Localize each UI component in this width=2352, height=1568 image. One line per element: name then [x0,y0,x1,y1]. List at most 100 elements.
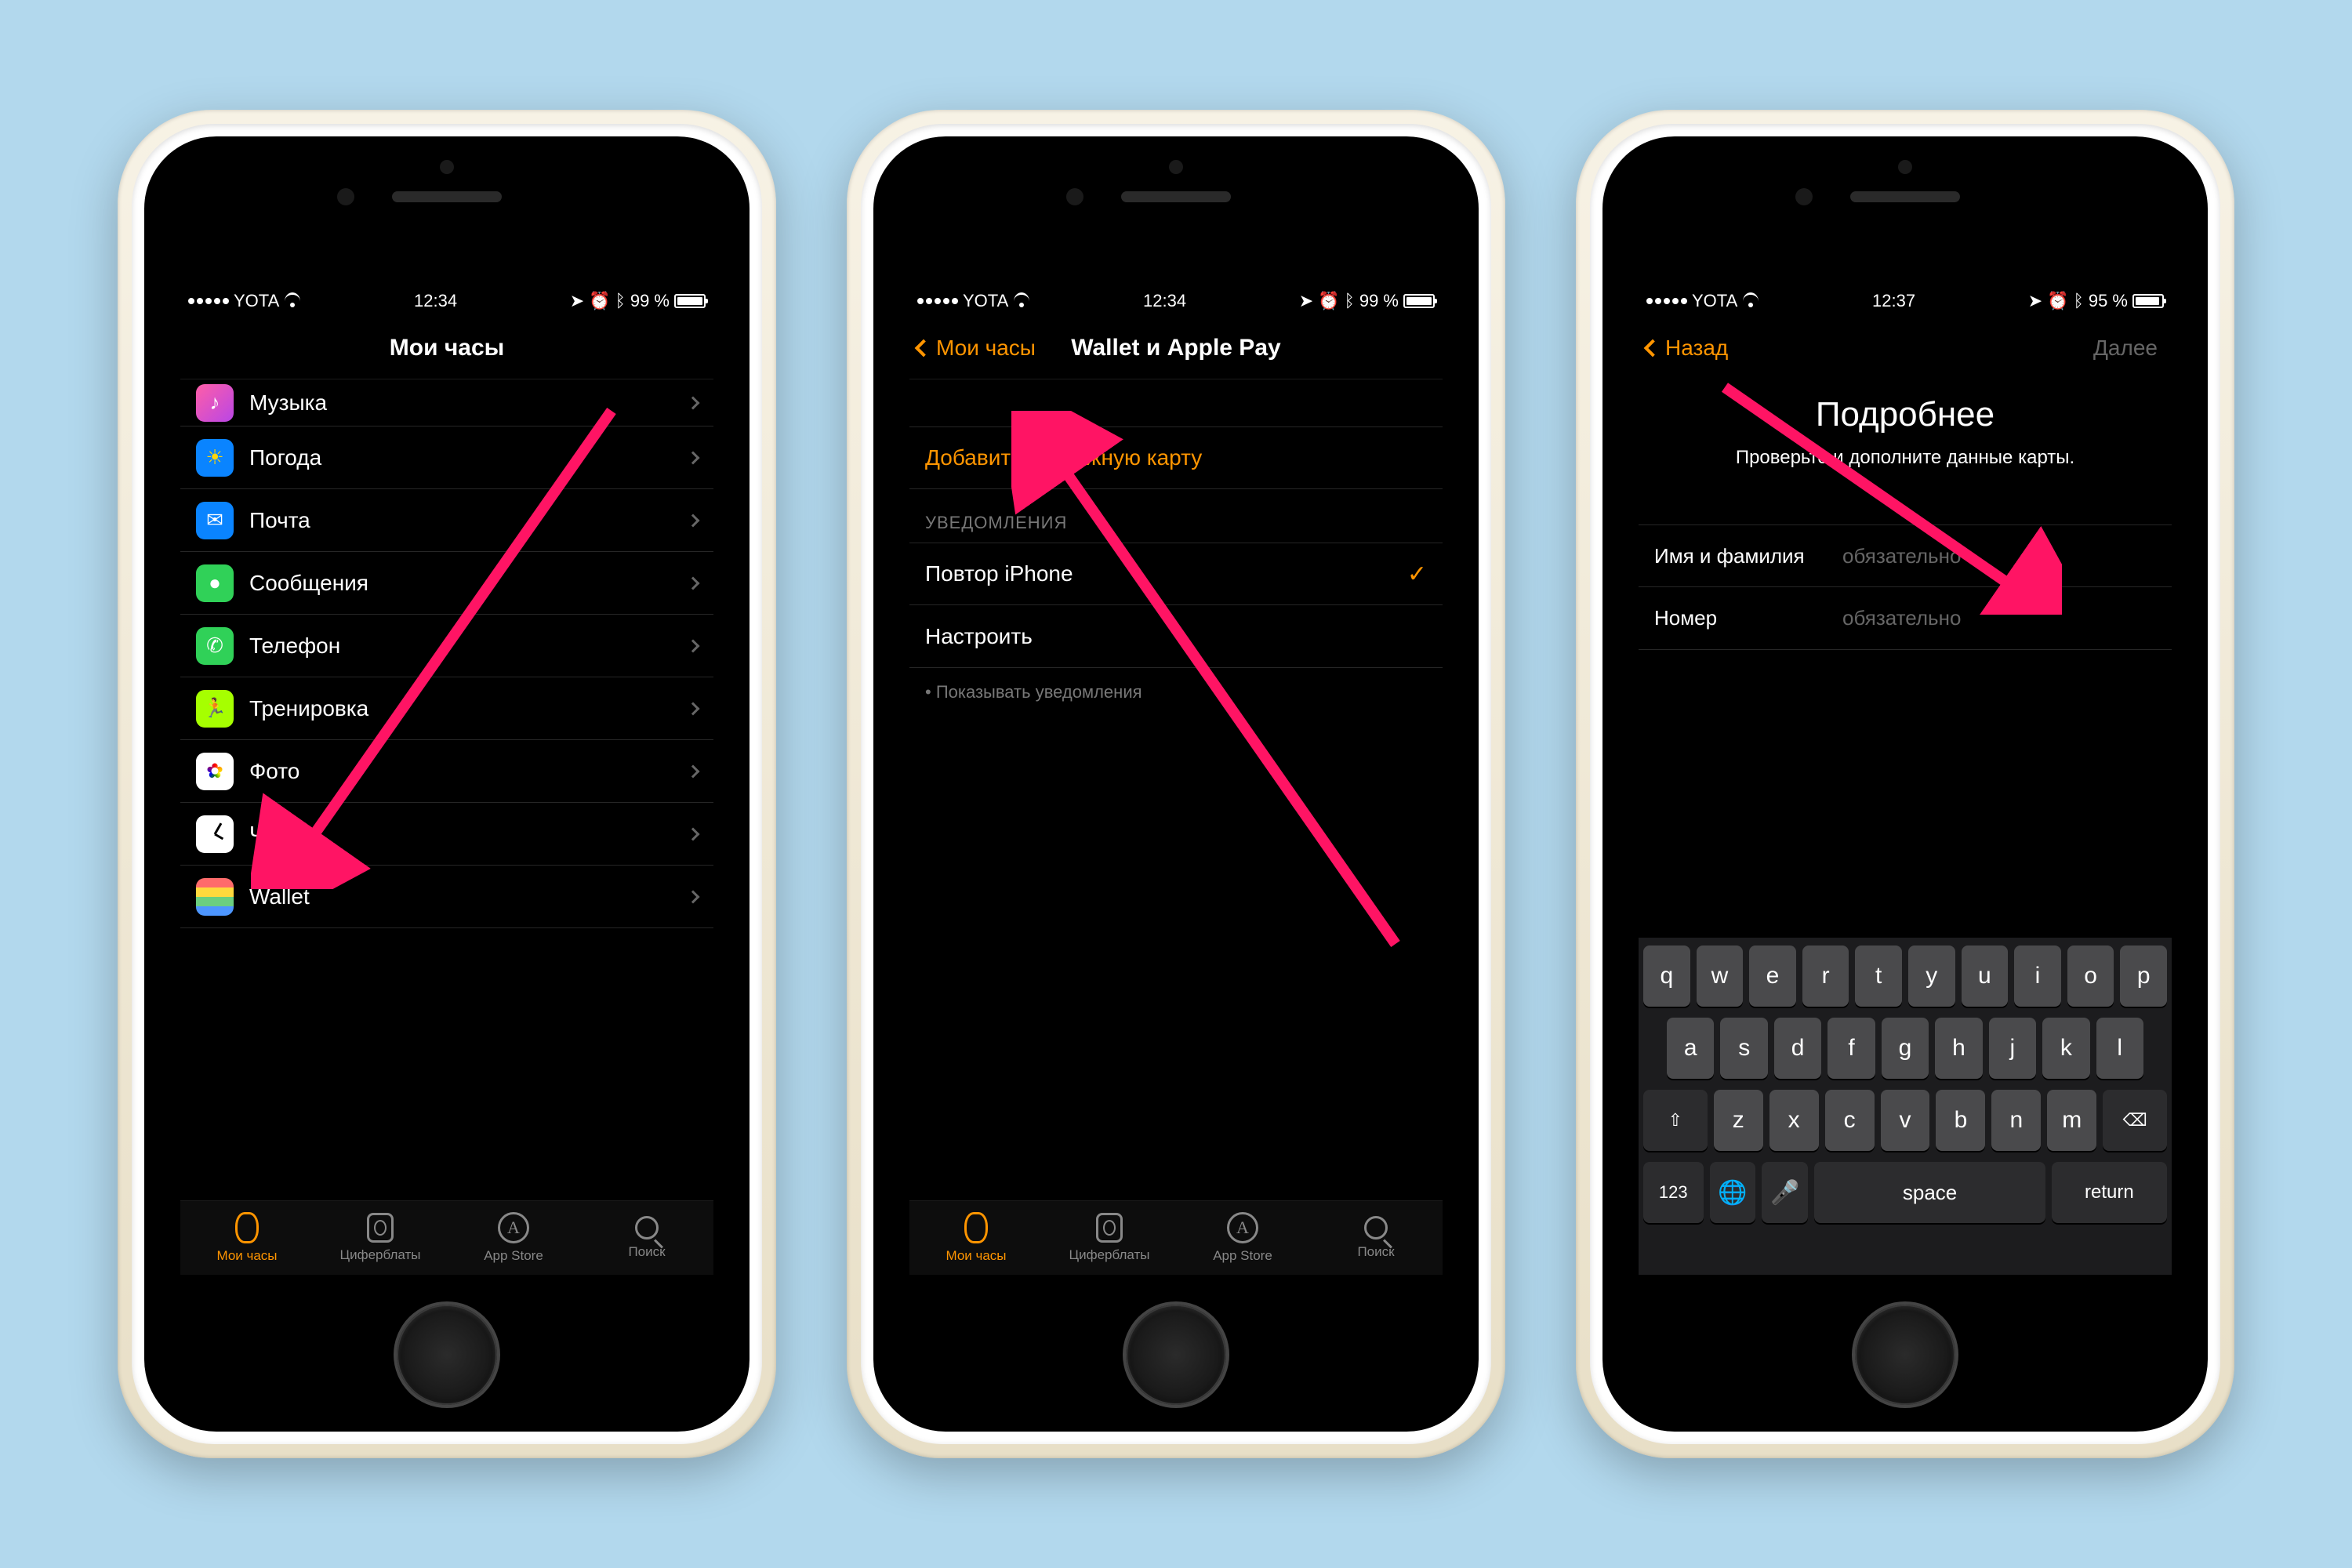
key-c[interactable]: c [1825,1090,1875,1151]
speaker [392,191,502,202]
row-label: Музыка [249,390,688,416]
footer-note: • Показывать уведомления [909,668,1443,717]
signal-dots-icon [188,298,229,304]
home-button[interactable] [397,1305,497,1405]
key-n[interactable]: n [1991,1090,2041,1151]
tab-search[interactable]: Поиск [1309,1201,1443,1275]
key-s[interactable]: s [1720,1018,1767,1079]
key-h[interactable]: h [1935,1018,1982,1079]
navbar: Назад Далее [1639,317,2172,379]
field-placeholder: обязательно [1842,544,1961,568]
list-item-workout[interactable]: Тренировка [180,677,713,740]
list-item-weather[interactable]: Погода [180,426,713,489]
key-z[interactable]: z [1714,1090,1763,1151]
key-g[interactable]: g [1882,1018,1929,1079]
tab-appstore[interactable]: App Store [1176,1201,1309,1275]
tab-search[interactable]: Поиск [580,1201,713,1275]
key-i[interactable]: i [2014,946,2061,1007]
list-item-phone[interactable]: Телефон [180,615,713,677]
list-item-music[interactable]: Музыка [180,379,713,426]
speaker [1850,191,1960,202]
key-l[interactable]: l [2096,1018,2143,1079]
front-camera [1795,188,1813,205]
field-name[interactable]: Имя и фамилия обязательно [1639,524,2172,587]
key-f[interactable]: f [1828,1018,1875,1079]
key-row-3: ⇧ z x c v b n m ⌫ [1643,1090,2167,1151]
key-v[interactable]: v [1881,1090,1930,1151]
key-t[interactable]: t [1855,946,1902,1007]
phone-3: YOTA 12:37 ➤⏰ᛒ95 % Назад Далее Подробнее… [1576,110,2234,1458]
tab-label: App Store [484,1248,543,1264]
key-e[interactable]: e [1749,946,1796,1007]
key-m[interactable]: m [2047,1090,2096,1151]
list-item-mail[interactable]: Почта [180,489,713,552]
key-p[interactable]: p [2120,946,2167,1007]
wifi-icon [284,295,301,307]
list-item-wallet[interactable]: Wallet [180,866,713,928]
key-w[interactable]: w [1697,946,1744,1007]
tab-faces[interactable]: Циферблаты [1043,1201,1176,1275]
clock-icon [196,815,234,853]
key-shift[interactable]: ⇧ [1643,1090,1708,1151]
key-r[interactable]: r [1802,946,1849,1007]
front-camera [337,188,354,205]
key-y[interactable]: y [1908,946,1955,1007]
tab-my-watch[interactable]: Мои часы [180,1201,314,1275]
home-button[interactable] [1855,1305,1955,1405]
tab-faces[interactable]: Циферблаты [314,1201,447,1275]
tab-label: Циферблаты [1069,1247,1150,1263]
list-item-messages[interactable]: Сообщения [180,552,713,615]
key-x[interactable]: x [1769,1090,1819,1151]
search-icon [1364,1216,1388,1240]
chevron-right-icon [687,396,700,409]
next-button[interactable]: Далее [2093,336,2158,361]
key-a[interactable]: a [1667,1018,1714,1079]
location-icon: ➤ [2028,291,2042,311]
tab-label: Мои часы [216,1248,277,1264]
field-number[interactable]: Номер обязательно [1639,587,2172,650]
signal-dots-icon [917,298,958,304]
clock-label: 12:37 [1872,291,1915,311]
list-item-photos[interactable]: Фото [180,740,713,803]
row-label: Почта [249,508,688,533]
carrier-label: YOTA [1692,291,1737,311]
messages-icon [196,564,234,602]
page-title: Wallet и Apple Pay [1071,335,1280,361]
chevron-left-icon [915,339,933,357]
keyboard: q w e r t y u i o p a s d f g h j k l [1639,938,2172,1275]
sensor [1898,160,1912,174]
key-backspace[interactable]: ⌫ [2103,1090,2167,1151]
key-return[interactable]: return [2052,1162,2167,1223]
key-o[interactable]: o [2067,946,2114,1007]
row-repeat-iphone[interactable]: Повтор iPhone✓ [909,543,1443,605]
key-j[interactable]: j [1989,1018,2036,1079]
battery-pct: 95 % [2089,291,2128,311]
key-k[interactable]: k [2042,1018,2089,1079]
list-item-clock[interactable]: Часы [180,803,713,866]
key-d[interactable]: d [1774,1018,1821,1079]
battery-icon [1403,294,1435,308]
key-mic[interactable]: 🎤 [1762,1162,1808,1223]
status-bar: YOTA 12:34 ➤⏰ᛒ99 % [909,285,1443,317]
key-space[interactable]: space [1814,1162,2045,1223]
back-button[interactable]: Мои часы [917,336,1036,361]
key-q[interactable]: q [1643,946,1690,1007]
screen-1: YOTA 12:34 ➤ ⏰ ᛒ 99 % Мои часы Музыка По… [180,285,713,1275]
row-label: Телефон [249,633,688,659]
back-button[interactable]: Назад [1646,336,1728,361]
add-card-button[interactable]: Добавить платежную карту [909,426,1443,489]
key-123[interactable]: 123 [1643,1162,1704,1223]
workout-icon [196,690,234,728]
field-label: Имя и фамилия [1654,544,1842,568]
row-label: Часы [249,822,688,847]
tab-my-watch[interactable]: Мои часы [909,1201,1043,1275]
carrier-label: YOTA [234,291,279,311]
key-u[interactable]: u [1962,946,2009,1007]
battery-pct: 99 % [630,291,670,311]
tab-appstore[interactable]: App Store [447,1201,580,1275]
key-b[interactable]: b [1936,1090,1985,1151]
row-customize[interactable]: Настроить [909,605,1443,668]
key-globe[interactable]: 🌐 [1710,1162,1756,1223]
location-icon: ➤ [1299,291,1313,311]
home-button[interactable] [1126,1305,1226,1405]
